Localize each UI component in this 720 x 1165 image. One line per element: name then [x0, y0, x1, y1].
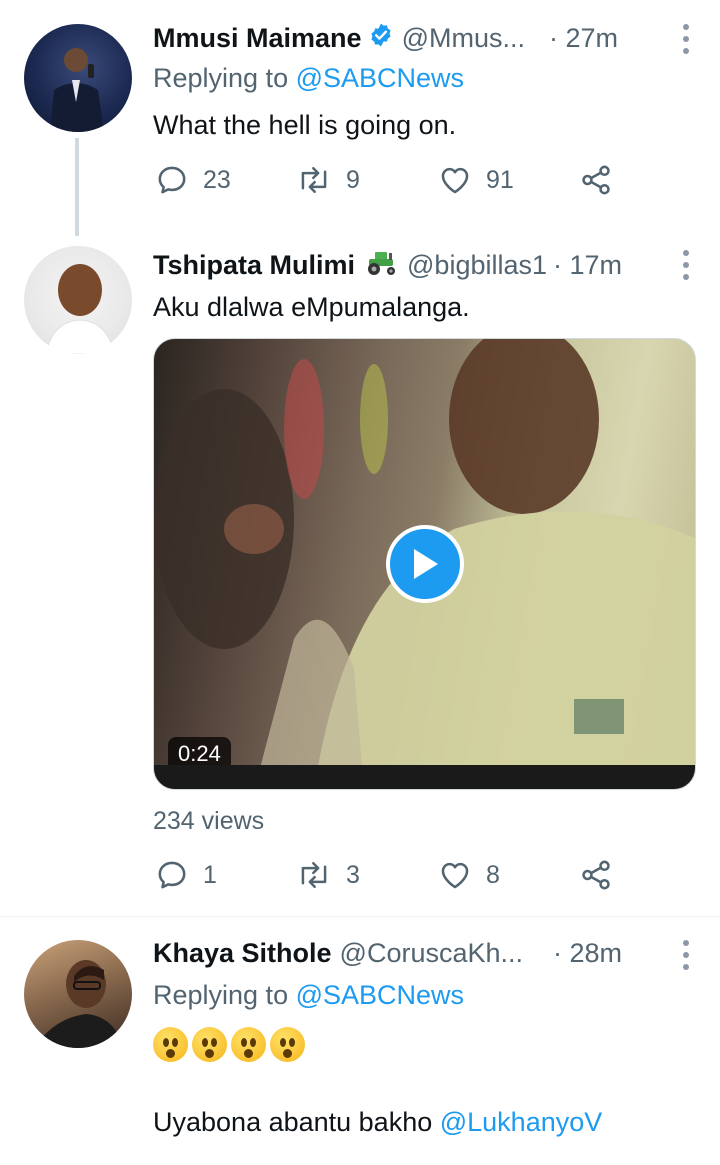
author-name[interactable]: Tshipata Mulimi [153, 250, 355, 281]
emoji-row [153, 1027, 305, 1062]
action-bar: 1 3 8 [153, 858, 720, 898]
timestamp[interactable]: · 27m [549, 23, 618, 54]
author-handle[interactable]: @bigbillas1 [407, 250, 547, 281]
retweet-button[interactable]: 9 [296, 163, 360, 197]
like-count: 8 [486, 860, 500, 889]
share-button[interactable] [579, 163, 613, 197]
timestamp[interactable]: · 28m [553, 938, 622, 969]
replying-to-mention[interactable]: @SABCNews [296, 63, 464, 93]
view-count: 234 views [153, 807, 265, 835]
thread-connector [75, 138, 79, 236]
retweet-button[interactable]: 3 [296, 858, 360, 892]
astonished-face-emoji-icon [270, 1027, 305, 1062]
astonished-face-emoji-icon [231, 1027, 266, 1062]
author-name[interactable]: Mmusi Maimane [153, 23, 362, 54]
like-count: 91 [486, 165, 514, 194]
play-icon [414, 549, 438, 579]
heart-icon [441, 862, 469, 889]
play-button[interactable] [386, 525, 464, 603]
tweet-header: Tshipata Mulimi @bigbillas1 · 17m [153, 248, 700, 283]
reply-icon [158, 861, 186, 889]
tweet-header: Khaya Sithole @CoruscaKh... · 28m [153, 938, 700, 969]
verified-badge-icon [368, 22, 394, 55]
reply-icon [158, 166, 186, 194]
more-options-icon[interactable] [682, 250, 690, 280]
reply-count: 23 [203, 165, 231, 194]
retweet-count: 9 [346, 165, 360, 194]
tweet-text: Aku dlalwa eMpumalanga. [153, 292, 470, 322]
video-progress-track[interactable] [154, 765, 695, 789]
more-options-icon[interactable] [682, 24, 690, 54]
share-icon [582, 860, 610, 890]
astonished-face-emoji-icon [192, 1027, 227, 1062]
person-portrait-icon [34, 960, 124, 1048]
author-name[interactable]: Khaya Sithole [153, 938, 332, 969]
replying-to-line: Replying to @SABCNews [153, 980, 464, 1011]
heart-icon [441, 167, 469, 194]
author-handle[interactable]: @CoruscaKh... [340, 938, 523, 969]
like-button[interactable]: 8 [438, 858, 500, 892]
share-icon [582, 165, 610, 195]
tweet-text: Uyabona abantu bakho @LukhanyoV [153, 1107, 602, 1138]
avatar-khaya[interactable] [24, 940, 132, 1048]
replying-to-label: Replying to [153, 63, 296, 93]
tractor-icon [365, 248, 399, 283]
replying-to-line: Replying to @SABCNews [153, 63, 464, 94]
person-portrait-icon [45, 264, 115, 354]
person-silhouette-icon [50, 48, 104, 132]
more-options-icon[interactable] [682, 940, 690, 970]
tweet-text-body: Uyabona abantu bakho [153, 1107, 440, 1137]
reply-count: 1 [203, 860, 217, 889]
share-button[interactable] [579, 858, 613, 892]
like-button[interactable]: 91 [438, 163, 514, 197]
tweet-text: What the hell is going on. [153, 110, 457, 140]
author-handle[interactable]: @Mmus... [402, 23, 525, 54]
tweet-1[interactable]: Mmusi Maimane @Mmus... · 27m Replying to… [0, 0, 720, 236]
video-player[interactable]: 0:24 [153, 338, 696, 790]
timestamp[interactable]: · 17m [553, 250, 622, 281]
action-bar: 23 9 91 [153, 163, 720, 203]
avatar-tshipata[interactable] [24, 246, 132, 354]
retweet-count: 3 [346, 860, 360, 889]
retweet-icon [301, 166, 327, 194]
tweet-header: Mmusi Maimane @Mmus... · 27m [153, 22, 700, 55]
replying-to-label: Replying to [153, 980, 296, 1010]
avatar-mmusi[interactable] [24, 24, 132, 132]
reply-button[interactable]: 1 [155, 858, 217, 892]
reply-button[interactable]: 23 [155, 163, 231, 197]
astonished-face-emoji-icon [153, 1027, 188, 1062]
replying-to-mention[interactable]: @SABCNews [296, 980, 464, 1010]
retweet-icon [301, 861, 327, 889]
mention-link[interactable]: @LukhanyoV [440, 1107, 603, 1137]
